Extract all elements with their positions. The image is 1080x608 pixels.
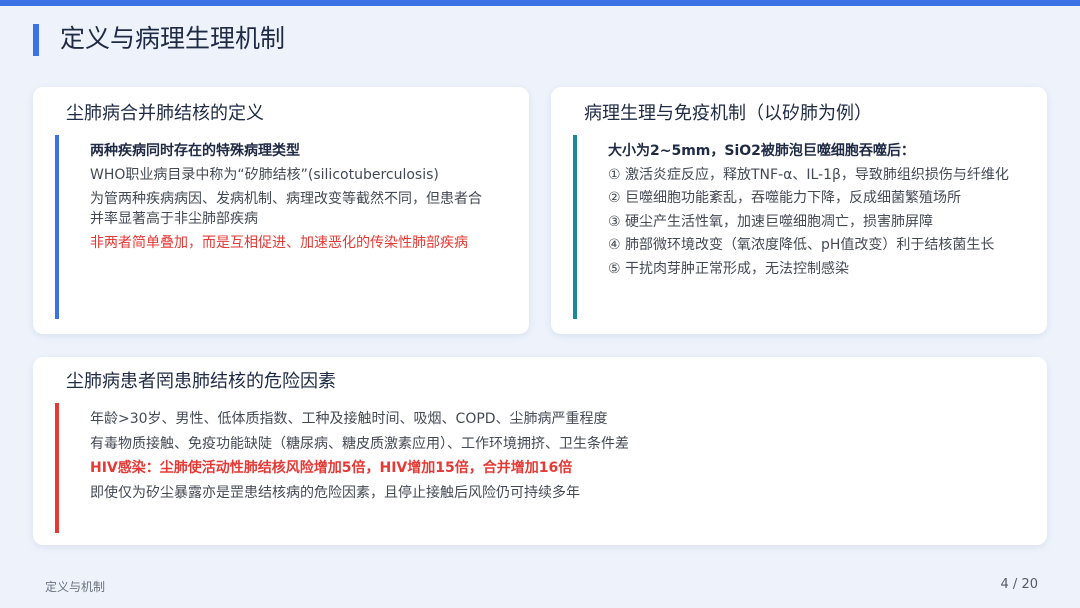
card1-line: 两种疾病同时存在的特殊病理类型 <box>90 143 300 159</box>
card1-line: 非两者简单叠加，而是互相促进、加速恶化的传染性肺部疾病 <box>90 235 468 251</box>
risk-factors-card-accent <box>55 403 59 533</box>
card1-line: 并率显著高于非尘肺部疾病 <box>90 211 258 227</box>
card2-line: ③ 硬尘产生活性氧，加速巨噬细胞凋亡，损害肺屏障 <box>608 213 933 230</box>
card3-line: 即使仅为矽尘暴露亦是罡患结核病的危险因素，且停止接触后风险仍可持续多年 <box>90 484 580 501</box>
card2-line: ④ 肺部微环境改变（氧浓度降低、pH值改变）利于结核菌生长 <box>608 237 995 253</box>
risk-factors-card-title: 尘肺病患者罔患肺结核的危险因素 <box>66 371 336 392</box>
card1-line: 为管两种疾病病因、发病机制、病理改变等截然不同，但患者合 <box>90 191 482 207</box>
card1-line: WHO职业病目录中称为“矽肺结核”(silicotuberculosis) <box>90 167 439 183</box>
mechanism-card-lines: 大小为2~5mm，SiO2被肺泡巨噬细胞吞噬后： ① 激活炎症反应，释放TNF-α… <box>608 141 1028 282</box>
definition-card-lines: 两种疾病同时存在的特殊病理类型 WHO职业病目录中称为“矽肺结核”(silicot… <box>90 141 510 257</box>
mechanism-card-accent <box>573 135 577 319</box>
card2-line: ① 激活炎症反应，释放TNF-α、IL-1β，导致肺组织损伤与纤维化 <box>608 166 1009 183</box>
mechanism-card-title: 病理生理与免疫机制（以矽肺为例） <box>584 103 872 124</box>
page-number: 4 / 20 <box>1000 577 1038 592</box>
card2-line: 大小为2~5mm，SiO2被肺泡巨噬细胞吞噬后： <box>608 143 915 159</box>
card3-line: 有毒物质接触、免疫功能缺陡（糖尿病、糖皮质激素应用）、工作环境拥挤、卫生条件差 <box>90 435 629 452</box>
definition-card-title: 尘肺病合并肺结核的定义 <box>66 103 264 124</box>
title-accent-bar <box>33 24 39 56</box>
footer-section-label: 定义与机制 <box>45 580 106 594</box>
mechanism-card: 病理生理与免疫机制（以矽肺为例） 大小为2~5mm，SiO2被肺泡巨噬细胞吞噬后… <box>551 87 1047 334</box>
definition-card-accent <box>55 135 59 319</box>
card3-line: HIV感染：尘肺使活动性肺结核风险增加5倍，HIV增加15倍，合并增加16倍 <box>90 460 573 476</box>
definition-card: 尘肺病合并肺结核的定义 两种疾病同时存在的特殊病理类型 WHO职业病目录中称为“矽… <box>33 87 529 334</box>
card3-line: 年龄>30岁、男性、低体质指数、工种及接触时间、吸烟、COPD、尘肺病严重程度 <box>90 411 608 427</box>
risk-factors-card: 尘肺病患者罔患肺结核的危险因素 年龄>30岁、男性、低体质指数、工种及接触时间、… <box>33 357 1047 545</box>
card2-line: ⑤ 干扰肉芽肿正常形成，无法控制感染 <box>608 260 849 277</box>
risk-factors-card-lines: 年龄>30岁、男性、低体质指数、工种及接触时间、吸烟、COPD、尘肺病严重程度有… <box>90 409 1010 507</box>
top-accent-bar <box>0 0 1080 6</box>
page-title: 定义与病理生理机制 <box>60 24 286 53</box>
card2-line: ② 巨噬细胞功能紊乱，吞噬能力下降，反成细菌繁殖场所 <box>608 190 961 206</box>
